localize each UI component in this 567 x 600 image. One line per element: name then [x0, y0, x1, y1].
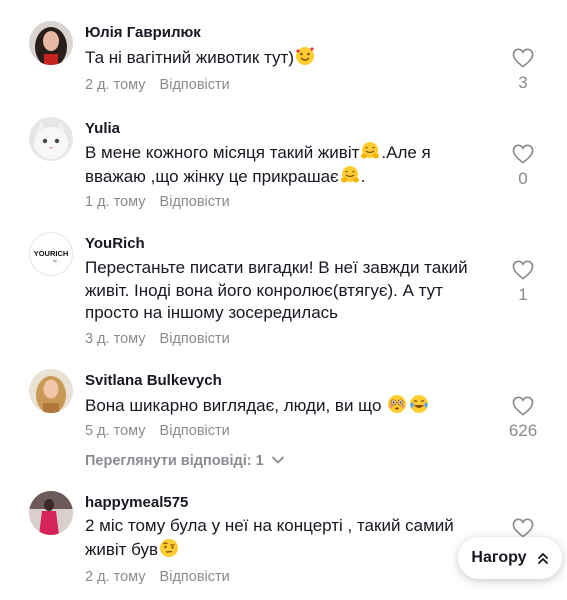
hugging-face-icon [361, 142, 380, 159]
view-replies-label: Переглянути відповіді: 1 [85, 453, 264, 469]
reply-button[interactable]: Відповісти [160, 331, 230, 347]
comment-text-part: 2 міс тому була у неї на концерті , таки… [85, 516, 454, 559]
heart-icon[interactable] [512, 48, 534, 68]
heart-icon[interactable] [512, 144, 534, 164]
reply-button[interactable]: Відповісти [160, 77, 230, 93]
like-count: 0 [518, 169, 528, 188]
like-button[interactable] [505, 518, 541, 538]
avatar-logo-text: YOURICH [34, 249, 69, 258]
reply-button[interactable]: Відповісти [160, 194, 230, 210]
heart-icon[interactable] [512, 518, 534, 538]
comment-text-part: . [360, 166, 366, 186]
like-count: 3 [518, 73, 528, 92]
comment-username[interactable]: Юлія Гаврилюк [85, 24, 201, 41]
heart-icon[interactable] [512, 396, 534, 416]
tears-of-joy-face-icon [410, 395, 429, 413]
comment-time: 2 д. тому [85, 77, 146, 93]
comment-text: В мене кожного місяця такий живіт .Але я … [85, 141, 485, 188]
comment-meta: 2 д. тому Відповісти [85, 77, 230, 93]
comment-text-part: Та ні вагітний животик тут) [85, 48, 295, 67]
like-button[interactable]: 626 [505, 396, 541, 441]
comment-text-part: Вона шикарно виглядає, люди, ви що [85, 396, 387, 415]
comment-username[interactable]: YouRich [85, 235, 145, 252]
view-replies-button[interactable]: Переглянути відповіді: 1 [85, 453, 284, 469]
face-with-raised-eyebrow-icon [160, 538, 179, 557]
reply-button[interactable]: Відповісти [160, 569, 230, 585]
comment-meta: 2 д. тому Відповісти [85, 569, 230, 585]
comment-meta: 3 д. тому Відповісти [85, 331, 230, 347]
like-button[interactable]: 1 [505, 260, 541, 305]
avatar[interactable] [29, 21, 73, 65]
like-button[interactable]: 0 [505, 144, 541, 189]
comment-text: Перестаньте писати вигадки! В неї завжди… [85, 257, 485, 325]
comment-username[interactable]: Yulia [85, 120, 120, 137]
heart-icon[interactable] [512, 260, 534, 280]
comment-text-part: Перестаньте писати вигадки! В неї завжди… [85, 258, 468, 322]
like-count: 626 [508, 421, 538, 440]
avatar[interactable] [29, 117, 73, 161]
back-to-top-button[interactable]: Нагору [458, 537, 562, 579]
comment-meta: 1 д. тому Відповісти [85, 194, 230, 210]
comment-text-part: В мене кожного місяця такий живіт [85, 143, 360, 162]
like-count: 1 [518, 285, 528, 304]
comment-text: Та ні вагітний животик тут) [85, 46, 485, 70]
like-button[interactable]: 3 [505, 48, 541, 93]
double-chevron-up-icon [537, 553, 548, 564]
flushed-face-icon [388, 395, 407, 413]
comment-time: 3 д. тому [85, 331, 146, 347]
back-to-top-label: Нагору [471, 549, 527, 566]
comment-meta: 5 д. тому Відповісти [85, 423, 230, 439]
chevron-down-icon [271, 456, 284, 464]
comment-time: 5 д. тому [85, 423, 146, 439]
avatar[interactable]: YOURICH by ... [29, 232, 73, 276]
reply-button[interactable]: Відповісти [160, 423, 230, 439]
avatar[interactable] [29, 369, 73, 413]
comment-username[interactable]: Svitlana Bulkevych [85, 372, 222, 389]
comment-time: 2 д. тому [85, 569, 146, 585]
avatar-logo-subtext: by ... [53, 259, 61, 263]
avatar[interactable] [29, 491, 73, 535]
hugging-face-icon [340, 165, 359, 182]
comment-text: 2 міс тому була у неї на концерті , таки… [85, 515, 485, 561]
comment-time: 1 д. тому [85, 194, 146, 210]
comment-username[interactable]: happymeal575 [85, 494, 188, 511]
smiling-face-with-hearts-icon [296, 47, 315, 65]
comment-text: Вона шикарно виглядає, люди, ви що [85, 394, 485, 418]
